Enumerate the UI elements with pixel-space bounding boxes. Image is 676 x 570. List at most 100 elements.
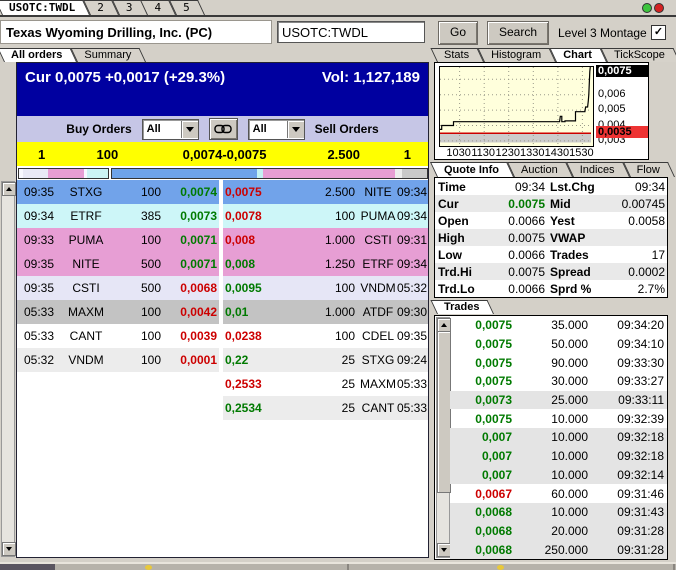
trade-row[interactable]: 0,007 10.000 09:32:14 bbox=[450, 465, 667, 485]
depth-cell: 1.000 bbox=[324, 305, 355, 319]
bid-cells: 09:35 STXG 100 0,0074 bbox=[17, 180, 219, 204]
trade-row[interactable]: 0,0073 25.000 09:33:11 bbox=[450, 390, 667, 410]
depth-row[interactable]: 09:35 STXG 100 0,0074 0,0075 2.500 NITE 09:34 bbox=[17, 180, 428, 204]
search-button[interactable]: Search bbox=[487, 21, 549, 45]
taskbar-divider bbox=[673, 564, 675, 570]
trade-row[interactable]: 0,0068 250.000 09:31:28 bbox=[450, 540, 667, 559]
tab-label: Chart bbox=[563, 49, 592, 61]
depth-row[interactable]: 09:33 PUMA 100 0,0071 0,008 1.000 CSTI 09:31 bbox=[17, 228, 428, 252]
depth-cell: CSTI bbox=[364, 233, 392, 247]
tab-tickscope[interactable]: TickScope bbox=[600, 48, 676, 62]
depth-cell: 0,0095 bbox=[225, 281, 262, 295]
montage-scrollbar[interactable] bbox=[1, 181, 16, 557]
scroll-down-button[interactable] bbox=[437, 543, 451, 557]
trade-price: 0,0068 bbox=[475, 523, 512, 538]
scroll-down-button[interactable] bbox=[2, 542, 16, 556]
sell-filter-dropdown[interactable]: All bbox=[247, 118, 305, 140]
tab-stats[interactable]: Stats bbox=[430, 48, 485, 62]
tab-auction[interactable]: Auction bbox=[507, 162, 573, 177]
depth-row[interactable]: 05:33 MAXM 100 0,0042 0,01 1.000 ATDF 09:30 bbox=[17, 300, 428, 324]
depth-cell: 385 bbox=[140, 209, 161, 223]
trade-time: 09:32:14 bbox=[617, 467, 664, 482]
trade-time: 09:33:30 bbox=[617, 355, 664, 370]
depth-cell: 0,0238 bbox=[225, 329, 262, 343]
symbol-input[interactable] bbox=[277, 21, 425, 43]
trade-row[interactable]: 0,0067 60.000 09:31:46 bbox=[450, 484, 667, 503]
depth-row[interactable]: 0,2533 25 MAXM 05:33 bbox=[17, 372, 428, 396]
trade-time: 09:32:18 bbox=[617, 449, 664, 464]
scroll-up-button[interactable] bbox=[2, 182, 16, 196]
trade-row[interactable]: 0,0075 50.000 09:34:10 bbox=[450, 335, 667, 354]
inside-market-bar: 1 100 0,0074-0,0075 2.500 1 bbox=[17, 142, 428, 166]
trade-row[interactable]: 0,007 10.000 09:32:18 bbox=[450, 428, 667, 447]
depth-cell: 0,01 bbox=[225, 305, 249, 319]
depth-row[interactable]: 0,2534 25 CANT 05:33 bbox=[17, 396, 428, 420]
trade-row[interactable]: 0,007 10.000 09:32:18 bbox=[450, 446, 667, 466]
tab-chart[interactable]: Chart bbox=[549, 48, 607, 62]
quote-row: Cur 0.0075 Mid 0.00745 bbox=[435, 195, 667, 212]
window-tab-usotc-twdl[interactable]: USOTC:TWDL bbox=[0, 0, 91, 15]
depth-cell: 0,0074 bbox=[180, 185, 217, 199]
depth-cell: 09:35 bbox=[23, 257, 55, 271]
tab-label: TickScope bbox=[613, 49, 665, 61]
connection-status-red-icon bbox=[654, 3, 664, 13]
tab-summary[interactable]: Summary bbox=[70, 48, 147, 62]
trade-row[interactable]: 0,0068 10.000 09:31:43 bbox=[450, 502, 667, 522]
bid-cells: 05:33 CANT 100 0,0039 bbox=[17, 324, 219, 348]
depth-row[interactable]: 05:32 VNDM 100 0,0001 0,22 25 STXG 09:24 bbox=[17, 348, 428, 372]
depth-cell: PUMA bbox=[360, 209, 396, 223]
trade-row[interactable]: 0,0075 90.000 09:33:30 bbox=[450, 353, 667, 372]
tab-quote-info[interactable]: Quote Info bbox=[430, 162, 514, 177]
quote-label: Trd.Hi bbox=[438, 264, 473, 279]
bid-cells: 05:32 VNDM 100 0,0001 bbox=[17, 348, 219, 372]
depth-row[interactable]: 05:33 CANT 100 0,0039 0,0238 100 CDEL 09:35 bbox=[17, 324, 428, 348]
trade-price: 0,0068 bbox=[475, 505, 512, 520]
trade-row[interactable]: 0,0075 10.000 09:32:39 bbox=[450, 409, 667, 428]
bid-cells bbox=[17, 372, 219, 396]
quote-value: 0.0066 bbox=[508, 247, 545, 262]
buy-filter-dropdown[interactable]: All bbox=[141, 118, 199, 140]
go-button[interactable]: Go bbox=[438, 21, 478, 45]
trade-row[interactable]: 0,0075 30.000 09:33:27 bbox=[450, 372, 667, 391]
depth-cell: 500 bbox=[140, 281, 161, 295]
tab-flow[interactable]: Flow bbox=[622, 162, 675, 177]
depth-cell: VNDM bbox=[68, 353, 104, 367]
buy-filter-dropdown-button[interactable] bbox=[180, 120, 198, 138]
taskbar-divider bbox=[347, 564, 349, 570]
chevron-down-icon bbox=[185, 126, 194, 132]
trade-time: 09:32:18 bbox=[617, 430, 664, 445]
depth-row[interactable]: 09:35 NITE 500 0,0071 0,008 1.250 ETRF 09:34 bbox=[17, 252, 428, 276]
trade-price: 0,007 bbox=[481, 467, 512, 482]
ask-count: 1 bbox=[403, 146, 412, 162]
trades-scrollbar[interactable] bbox=[436, 317, 451, 558]
quote-row: Low 0.0066 Trades 17 bbox=[435, 246, 667, 263]
depth-cell: 100 bbox=[140, 185, 161, 199]
trade-row[interactable]: 0,0075 35.000 09:34:20 bbox=[450, 316, 667, 335]
montage-panel: Cur 0,0075 +0,0017 (+29.3%) Vol: 1,127,1… bbox=[16, 62, 429, 558]
trade-time: 09:34:10 bbox=[617, 337, 664, 352]
link-sides-button[interactable] bbox=[208, 118, 238, 140]
level3-montage-checkbox[interactable]: ✓ bbox=[651, 25, 666, 40]
depth-cell: 100 bbox=[140, 353, 161, 367]
bid-cells bbox=[17, 396, 219, 420]
trade-row[interactable]: 0,0068 20.000 09:31:28 bbox=[450, 521, 667, 541]
taskbar-dot-icon bbox=[497, 565, 504, 570]
tab-indices[interactable]: Indices bbox=[565, 162, 630, 177]
tab-trades[interactable]: Trades bbox=[430, 300, 495, 314]
sell-orders-label: Sell Orders bbox=[314, 122, 379, 136]
quote-label: Trd.Lo bbox=[438, 281, 475, 296]
scroll-up-button[interactable] bbox=[437, 318, 451, 332]
scrollbar-thumb[interactable] bbox=[437, 331, 451, 493]
depth-row[interactable]: 09:35 CSTI 500 0,0068 0,0095 100 VNDM 05:32 bbox=[17, 276, 428, 300]
tab-all-orders[interactable]: All orders bbox=[0, 48, 78, 62]
window-tab-5[interactable]: 5 bbox=[169, 0, 205, 15]
depth-row[interactable]: 09:34 ETRF 385 0,0073 0,0078 100 PUMA 09:34 bbox=[17, 204, 428, 228]
depth-cell: 09:33 bbox=[23, 233, 55, 247]
depth-cell: 09:30 bbox=[397, 305, 428, 319]
quote-label: Cur bbox=[438, 196, 459, 211]
depth-cell: 0,0075 bbox=[225, 185, 262, 199]
sell-filter-dropdown-button[interactable] bbox=[286, 120, 304, 138]
tab-label: USOTC:TWDL bbox=[9, 1, 76, 14]
bid-cells: 09:35 CSTI 500 0,0068 bbox=[17, 276, 219, 300]
tab-histogram[interactable]: Histogram bbox=[477, 48, 557, 62]
